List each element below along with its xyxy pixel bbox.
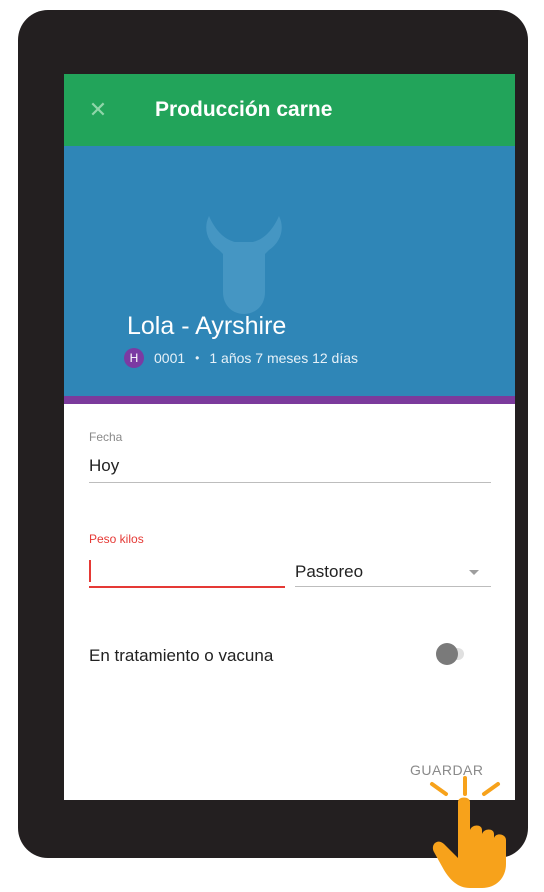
weight-label: Peso kilos <box>89 532 144 546</box>
feeding-select[interactable]: Pastoreo <box>295 558 491 587</box>
cow-head-icon <box>206 216 282 314</box>
app-bar: ✕ Producción carne <box>64 74 515 146</box>
date-field[interactable]: Hoy <box>89 456 491 483</box>
app-screen: ✕ Producción carne Lola - Ayrshire H 000… <box>64 74 515 800</box>
sex-badge: H <box>124 348 144 368</box>
separator-dot: • <box>195 351 200 365</box>
animal-name: Lola - Ayrshire <box>127 312 287 340</box>
animal-age: 1 años 7 meses 12 días <box>209 350 359 366</box>
animal-header: Lola - Ayrshire H 0001 • 1 años 7 meses … <box>64 146 515 396</box>
text-cursor <box>89 560 91 582</box>
toggle-thumb <box>436 643 458 665</box>
animal-id: 0001 <box>154 350 186 366</box>
treatment-label: En tratamiento o vacuna <box>89 646 274 665</box>
accent-divider <box>64 396 515 404</box>
weight-input[interactable] <box>89 558 285 588</box>
treatment-toggle[interactable] <box>432 643 468 665</box>
date-label: Fecha <box>89 430 123 444</box>
animal-meta: H 0001 • 1 años 7 meses 12 días <box>124 347 358 369</box>
dropdown-arrow-icon <box>469 570 479 575</box>
page-title: Producción carne <box>155 98 333 121</box>
feeding-select-value: Pastoreo <box>295 562 364 581</box>
close-icon[interactable]: ✕ <box>84 96 112 124</box>
tap-hand-icon <box>430 776 506 888</box>
